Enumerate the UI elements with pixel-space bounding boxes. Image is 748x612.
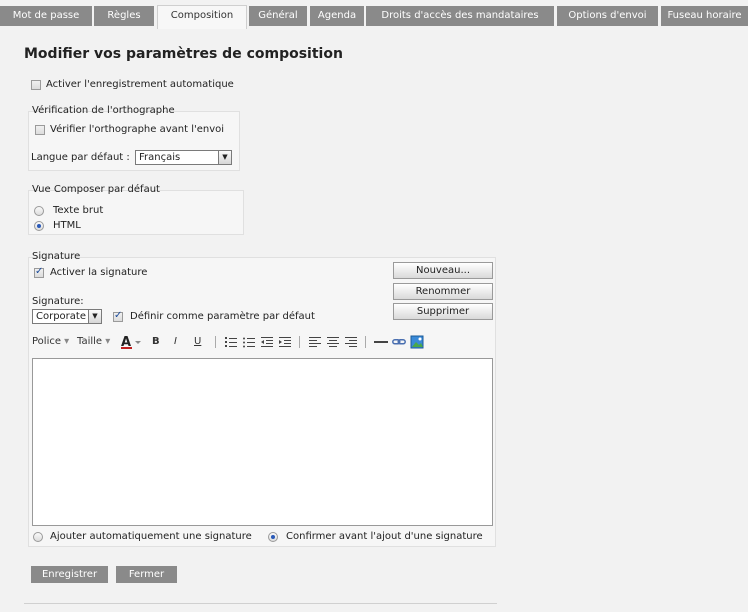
font-dropdown[interactable]: Police ▾	[32, 334, 69, 350]
delete-signature-button[interactable]: Supprimer	[393, 303, 493, 320]
divider	[24, 603, 497, 604]
tab-regles[interactable]: Règles	[94, 6, 154, 26]
size-dropdown[interactable]: Taille ▾	[77, 334, 110, 350]
link-icon[interactable]	[392, 334, 406, 350]
indent-icon[interactable]	[279, 334, 291, 350]
signature-select[interactable]: Corporate ▼	[32, 309, 102, 324]
autosave-checkbox[interactable]	[31, 80, 41, 90]
page-title: Modifier vos paramètres de composition	[24, 46, 343, 62]
signature-select-label: Signature:	[32, 296, 84, 307]
signature-enable-checkbox[interactable]	[34, 266, 44, 278]
signature-default-label: Définir comme paramètre par défaut	[130, 311, 315, 322]
tab-mot-de-passe[interactable]: Mot de passe	[0, 6, 92, 26]
spelling-legend: Vérification de l'orthographe	[32, 105, 175, 116]
underline-button[interactable]: U	[194, 334, 201, 350]
size-label: Taille	[77, 336, 103, 347]
language-value: Français	[139, 152, 181, 163]
italic-button[interactable]: I	[174, 334, 177, 350]
compose-plaintext-radio[interactable]	[34, 206, 44, 216]
signature-value: Corporate	[36, 311, 86, 322]
toolbar-separator	[299, 336, 300, 348]
toolbar-separator	[365, 336, 366, 348]
bold-button[interactable]: B	[152, 334, 160, 350]
settings-tabs: Mot de passe Règles Composition Général …	[0, 0, 748, 29]
align-center-icon[interactable]	[327, 334, 339, 350]
ordered-list-icon[interactable]	[225, 334, 237, 350]
language-label: Langue par défaut :	[31, 152, 130, 163]
compose-html-radio[interactable]	[34, 221, 44, 231]
text-color-icon[interactable]: A	[120, 334, 142, 350]
compose-html-label: HTML	[53, 220, 81, 231]
close-button[interactable]: Fermer	[116, 566, 177, 583]
toolbar-separator	[215, 336, 216, 348]
auto-add-signature-label: Ajouter automatiquement une signature	[50, 531, 252, 542]
outdent-icon[interactable]	[261, 334, 273, 350]
new-signature-button[interactable]: Nouveau...	[393, 262, 493, 279]
chevron-down-icon: ▼	[218, 151, 231, 164]
signature-default-checkbox[interactable]	[113, 310, 123, 322]
signature-legend: Signature	[32, 251, 81, 262]
image-icon[interactable]	[410, 334, 424, 350]
tab-general[interactable]: Général	[249, 6, 307, 26]
tab-composition[interactable]: Composition	[157, 5, 247, 29]
confirm-signature-label: Confirmer avant l'ajout d'une signature	[286, 531, 483, 542]
rename-signature-button[interactable]: Renommer	[393, 283, 493, 300]
auto-add-signature-radio[interactable]	[33, 532, 43, 542]
align-left-icon[interactable]	[309, 334, 321, 350]
tab-agenda[interactable]: Agenda	[310, 6, 364, 26]
spellcheck-checkbox[interactable]	[35, 125, 45, 135]
tab-droits-acces[interactable]: Droits d'accès des mandataires	[366, 6, 554, 26]
chevron-down-icon: ▼	[88, 310, 101, 323]
compose-plaintext-label: Texte brut	[53, 205, 104, 216]
save-button[interactable]: Enregistrer	[31, 566, 108, 583]
signature-editor[interactable]	[32, 358, 493, 526]
tab-options-envoi[interactable]: Options d'envoi	[557, 6, 658, 26]
bullet-list-icon[interactable]	[243, 334, 255, 350]
tab-fuseau-horaire[interactable]: Fuseau horaire	[661, 6, 748, 26]
horizontal-rule-icon[interactable]	[374, 334, 388, 350]
spellcheck-label: Vérifier l'orthographe avant l'envoi	[50, 124, 225, 135]
language-select[interactable]: Français ▼	[135, 150, 232, 165]
autosave-label: Activer l'enregistrement automatique	[46, 79, 234, 90]
font-label: Police	[32, 336, 61, 347]
align-right-icon[interactable]	[345, 334, 357, 350]
confirm-signature-radio[interactable]	[268, 532, 278, 542]
signature-enable-label: Activer la signature	[50, 267, 148, 278]
compose-view-legend: Vue Composer par défaut	[32, 184, 160, 195]
